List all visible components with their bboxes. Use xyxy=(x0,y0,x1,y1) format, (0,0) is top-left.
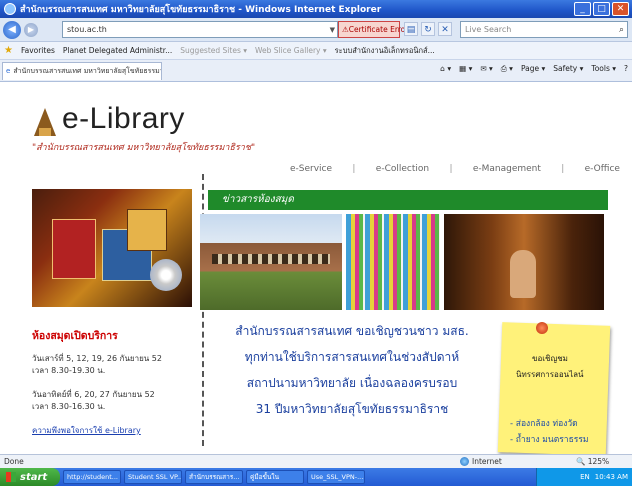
sticky-line[interactable]: - ส่องกล้อง ท่องวัด xyxy=(510,416,578,430)
favorite-item-web-slice-gallery[interactable]: Web Slice Gallery ▾ xyxy=(255,46,327,55)
zoom-level[interactable]: 🔍 125% xyxy=(576,457,609,466)
address-toolbar: ◀ ▶ stou.ac.th ▼ ⚠ Certificate Error ▤ ↻… xyxy=(0,18,632,42)
announcement-line: สถาปนามหาวิทยาลัย เนื่องฉลองครบรอบ xyxy=(246,376,458,390)
search-input[interactable]: Live Search ⌕ xyxy=(460,21,628,38)
sticky-line[interactable]: - ถ้ำยาง มนตราธรรม xyxy=(510,432,589,446)
library-building-photo[interactable] xyxy=(200,214,342,310)
page-content: e-Library "สำนักบรรณสารสนเทศ มหาวิทยาลัย… xyxy=(0,82,632,454)
minimize-button[interactable]: _ xyxy=(574,2,591,16)
favorites-star-icon[interactable]: ★ xyxy=(4,45,13,56)
announcement-line: 31 ปีมหาวิทยาลัยสุโขทัยธรรมาธิราช xyxy=(255,402,449,416)
taskbar-item[interactable]: Use_SSL_VPN-.... xyxy=(307,470,365,484)
clock: 10:43 AM xyxy=(594,473,628,481)
nav-eoffice[interactable]: e-Office xyxy=(585,164,620,174)
tools-menu[interactable]: Tools ▾ xyxy=(591,64,616,74)
page-icon: e xyxy=(6,67,11,75)
logo-text: e-Library xyxy=(62,102,185,135)
back-button[interactable]: ◀ xyxy=(3,20,21,39)
refresh-icon[interactable]: ↻ xyxy=(421,22,435,36)
language-indicator[interactable]: EN xyxy=(580,473,590,481)
book-image xyxy=(127,209,167,251)
nav-divider: | xyxy=(449,164,453,174)
zoom-value: 125% xyxy=(587,457,610,466)
sticky-line: ขอเชิญชม xyxy=(532,354,568,363)
address-actions: ▤ ↻ ✕ xyxy=(404,22,452,36)
announcement-line: สำนักบรรณสารสนเทศ ขอเชิญชวนชาว มสธ. xyxy=(235,324,469,338)
building-windows xyxy=(212,254,330,264)
start-button[interactable]: start xyxy=(0,468,60,486)
open-hours-line: เวลา 8.30-16.30 น. xyxy=(32,402,106,411)
exhibition-figure xyxy=(510,250,536,298)
forward-button[interactable]: ▶ xyxy=(24,22,38,37)
open-hours-line: เวลา 8.30-19.30 น. xyxy=(32,366,106,375)
close-button[interactable]: ✕ xyxy=(612,2,629,16)
address-url: stou.ac.th xyxy=(67,25,107,34)
tab-row: e สำนักบรรณสารสนเทศ มหาวิทยาลัยสุโขทัยธร… xyxy=(0,60,632,82)
command-bar: ⌂ ▾ ▦ ▾ ✉ ▾ ⎙ ▾ Page ▾ Safety ▾ Tools ▾ … xyxy=(440,64,628,74)
announcement-line: ทุกท่านใช้บริการสารสนเทศในช่วงสัปดาห์ xyxy=(244,350,460,364)
print-icon[interactable]: ⎙ ▾ xyxy=(501,64,513,74)
shield-icon: ⚠ xyxy=(342,25,349,34)
help-icon[interactable]: ? xyxy=(624,64,628,74)
security-zone: Internet xyxy=(460,457,502,466)
safety-menu[interactable]: Safety ▾ xyxy=(553,64,583,74)
favorite-item-planet[interactable]: Planet Delegated Administr... xyxy=(63,46,172,55)
tab-label: สำนักบรรณสารสนเทศ มหาวิทยาลัยสุโขทัยธรรม… xyxy=(13,66,161,75)
nav-divider: | xyxy=(561,164,565,174)
favorite-item-suggested-sites[interactable]: Suggested Sites ▾ xyxy=(180,46,247,55)
window-title: สำนักบรรณสารสนเทศ มหาวิทยาลัยสุโขทัยธรรม… xyxy=(20,5,382,15)
elibrary-logo[interactable]: e-Library xyxy=(32,102,185,136)
status-text: Done xyxy=(4,457,24,466)
home-icon[interactable]: ⌂ ▾ xyxy=(440,64,451,74)
nav-divider: | xyxy=(352,164,356,174)
windows-logo-icon xyxy=(6,472,16,482)
feeds-icon[interactable]: ▦ ▾ xyxy=(459,64,472,74)
mail-icon[interactable]: ✉ ▾ xyxy=(480,64,492,74)
library-open-title: ห้องสมุดเปิดบริการ xyxy=(32,330,118,342)
zone-label: Internet xyxy=(472,457,502,466)
taskbar-item[interactable]: Student SSL VP... xyxy=(124,470,182,484)
search-icon[interactable]: ⌕ xyxy=(619,25,624,35)
window-titlebar: สำนักบรรณสารสนเทศ มหาวิทยาลัยสุโขทัยธรรม… xyxy=(0,0,632,18)
nav-eservice[interactable]: e-Service xyxy=(290,164,332,174)
address-dropdown-icon[interactable]: ▼ xyxy=(330,26,335,34)
taskbar: start http://student... Student SSL VP..… xyxy=(0,468,632,486)
stop-icon[interactable]: ✕ xyxy=(438,22,452,36)
start-label: start xyxy=(20,471,48,483)
nav-ecollection[interactable]: e-Collection xyxy=(376,164,429,174)
search-placeholder: Live Search xyxy=(465,25,512,34)
books-banner-image xyxy=(32,189,192,307)
page-menu[interactable]: Page ▾ xyxy=(521,64,545,74)
taskbar-item[interactable]: http://student... xyxy=(63,470,121,484)
news-header: ข่าวสารห้องสมุด xyxy=(208,190,608,210)
system-tray: EN 10:43 AM xyxy=(536,468,632,486)
maximize-button[interactable]: □ xyxy=(593,2,610,16)
tab-elibrary[interactable]: e สำนักบรรณสารสนเทศ มหาวิทยาลัยสุโขทัยธร… xyxy=(2,61,162,80)
taskbar-item[interactable]: สำนักบรรณสาร... xyxy=(185,470,243,484)
satisfaction-link[interactable]: ความพึงพอใจการใช้ e-Library xyxy=(32,424,141,437)
university-emblem-icon xyxy=(32,102,58,136)
taskbar-item[interactable]: คู่มือขั้นใน xyxy=(246,470,304,484)
nav-emanagement[interactable]: e-Management xyxy=(473,164,541,174)
certificate-error-label: Certificate Error xyxy=(348,25,409,34)
status-bar: Done Internet 🔍 125% xyxy=(0,454,632,468)
pushpin-icon xyxy=(536,322,548,334)
screen: สำนักบรรณสารสนเทศ มหาวิทยาลัยสุโขทัยธรรม… xyxy=(0,0,632,486)
certificate-error-button[interactable]: ⚠ Certificate Error xyxy=(338,21,408,38)
globe-icon xyxy=(460,457,469,466)
favorites-bar: ★ Favorites Planet Delegated Administr..… xyxy=(0,42,632,60)
favorites-label[interactable]: Favorites xyxy=(21,46,55,55)
cd-image xyxy=(150,259,182,291)
top-navigation: e-Service | e-Collection | e-Management … xyxy=(290,164,620,174)
sticky-line: นิทรรศการออนไลน์ xyxy=(516,370,584,379)
library-subtitle: "สำนักบรรณสารสนเทศ มหาวิทยาลัยสุโขทัยธรร… xyxy=(32,143,256,153)
favorite-item-eoffice[interactable]: ระบบสำนักงานอิเล็กทรอนิกส์... xyxy=(335,45,435,57)
exhibition-photo[interactable] xyxy=(444,214,604,310)
compatibility-icon[interactable]: ▤ xyxy=(404,22,418,36)
window-controls: _ □ ✕ xyxy=(574,2,629,16)
book-image xyxy=(52,219,96,279)
address-field[interactable]: stou.ac.th ▼ xyxy=(62,21,338,38)
bookshelf-photo[interactable] xyxy=(346,214,440,310)
ie-icon xyxy=(4,3,16,15)
